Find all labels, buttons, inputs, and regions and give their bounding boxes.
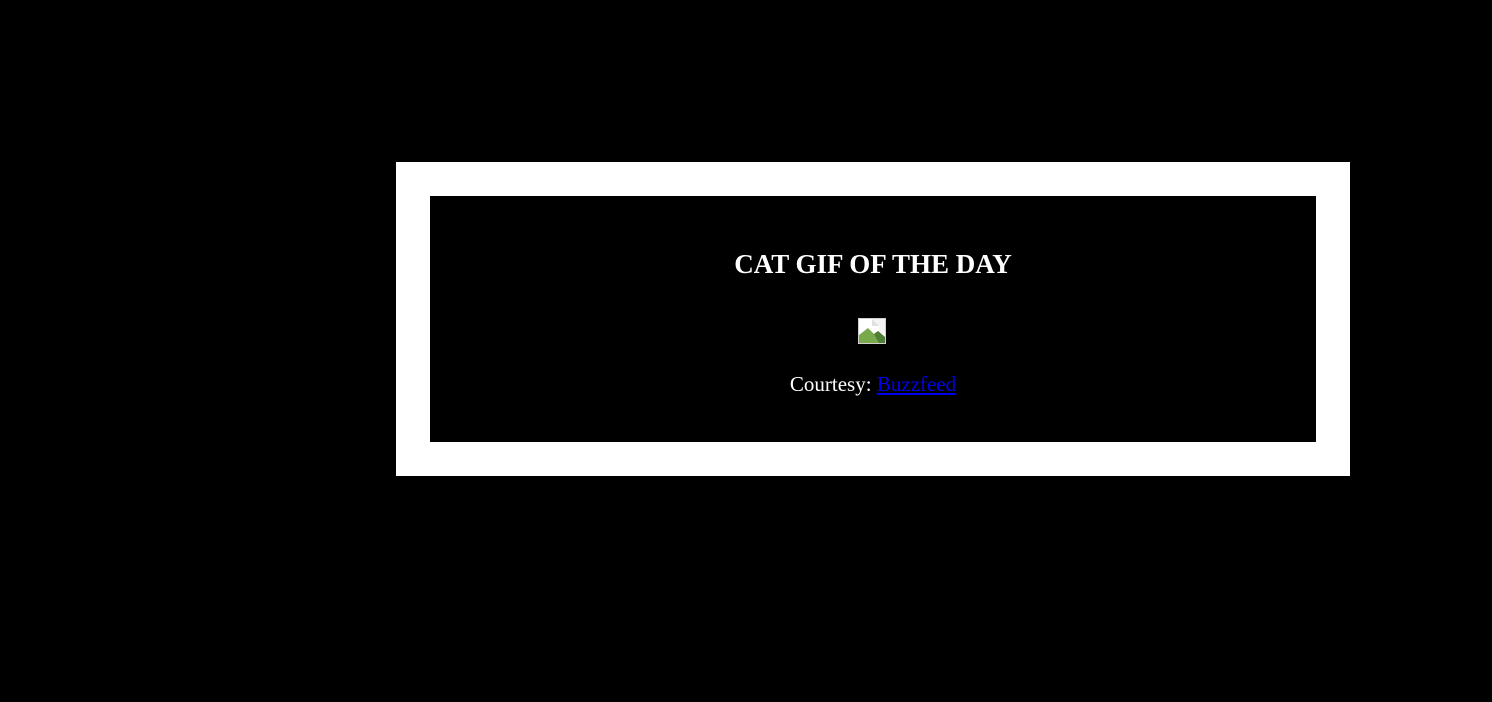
credit-line: Courtesy: Buzzfeed xyxy=(430,371,1316,397)
page-title: CAT GIF OF THE DAY xyxy=(734,249,1012,279)
page: CAT GIF OF THE DAY Courtesy: Buzzfeed xyxy=(0,0,1492,702)
buzzfeed-link[interactable]: Buzzfeed xyxy=(877,372,956,396)
white-frame: CAT GIF OF THE DAY Courtesy: Buzzfeed xyxy=(396,162,1350,476)
content-panel: CAT GIF OF THE DAY Courtesy: Buzzfeed xyxy=(430,196,1316,442)
broken-image-icon xyxy=(858,318,886,344)
credit-prefix: Courtesy: xyxy=(789,372,872,396)
